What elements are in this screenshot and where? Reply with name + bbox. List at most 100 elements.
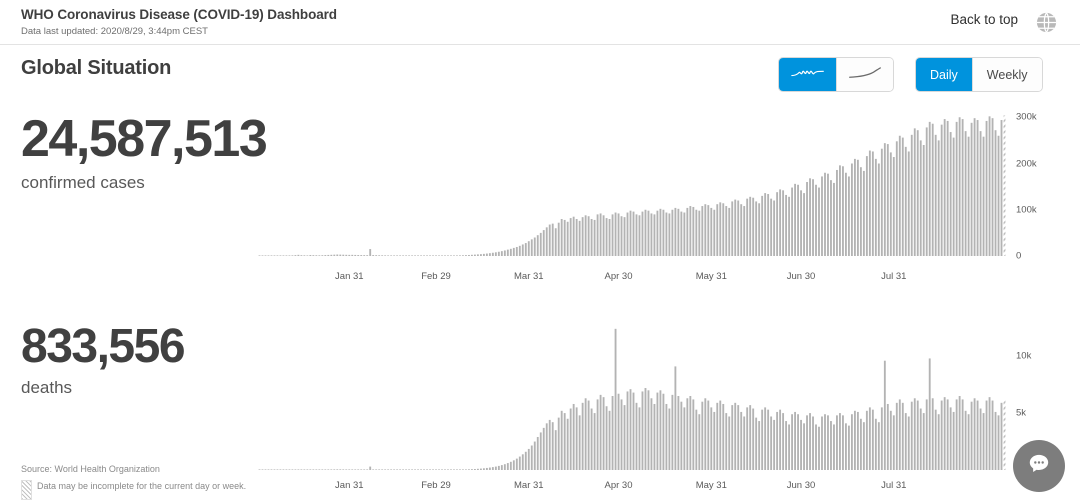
- bar[interactable]: [533, 441, 536, 470]
- bar[interactable]: [360, 255, 363, 256]
- bar[interactable]: [291, 469, 294, 470]
- bar[interactable]: [644, 388, 647, 470]
- bar[interactable]: [515, 458, 518, 470]
- bar[interactable]: [964, 131, 967, 256]
- bar[interactable]: [267, 255, 270, 256]
- bar[interactable]: [668, 408, 671, 470]
- bar[interactable]: [396, 469, 399, 470]
- bar[interactable]: [827, 173, 829, 256]
- bar[interactable]: [288, 469, 291, 470]
- bar[interactable]: [871, 409, 874, 470]
- bar[interactable]: [982, 136, 985, 256]
- bar[interactable]: [590, 408, 593, 470]
- bar[interactable]: [465, 469, 467, 470]
- bar[interactable]: [665, 403, 668, 470]
- bar[interactable]: [746, 198, 749, 256]
- bar[interactable]: [557, 222, 560, 256]
- bar[interactable]: [671, 394, 674, 470]
- bar[interactable]: [767, 194, 770, 256]
- bar[interactable]: [973, 398, 976, 470]
- bar[interactable]: [551, 422, 554, 470]
- bar[interactable]: [447, 469, 449, 470]
- globe-icon[interactable]: [1035, 11, 1058, 34]
- bar[interactable]: [515, 246, 518, 256]
- bar[interactable]: [435, 255, 437, 256]
- bar[interactable]: [847, 176, 850, 256]
- bar[interactable]: [309, 255, 312, 256]
- bar[interactable]: [342, 469, 345, 470]
- bar[interactable]: [608, 410, 611, 470]
- bar[interactable]: [572, 216, 575, 256]
- bar[interactable]: [701, 401, 704, 470]
- bar[interactable]: [336, 469, 339, 470]
- bar[interactable]: [584, 398, 587, 470]
- bar[interactable]: [758, 203, 761, 256]
- bar[interactable]: [910, 401, 913, 470]
- bar[interactable]: [800, 419, 802, 470]
- bar[interactable]: [593, 219, 596, 256]
- bar[interactable]: [518, 456, 521, 470]
- bar[interactable]: [973, 118, 976, 256]
- bar[interactable]: [770, 416, 773, 470]
- bar[interactable]: [689, 396, 692, 470]
- bar[interactable]: [336, 254, 339, 256]
- bar[interactable]: [892, 415, 895, 470]
- bar[interactable]: [692, 206, 695, 256]
- bar[interactable]: [536, 235, 539, 256]
- bar[interactable]: [384, 255, 387, 256]
- bar[interactable]: [491, 467, 494, 470]
- bar[interactable]: [943, 397, 946, 470]
- bar[interactable]: [417, 255, 419, 256]
- bar[interactable]: [587, 400, 590, 470]
- bar[interactable]: [815, 184, 817, 256]
- bar[interactable]: [1000, 402, 1003, 470]
- bar[interactable]: [393, 255, 396, 256]
- bar[interactable]: [381, 255, 384, 256]
- bar[interactable]: [797, 414, 799, 470]
- bar[interactable]: [291, 255, 294, 256]
- bar[interactable]: [674, 366, 677, 470]
- bar[interactable]: [569, 408, 572, 470]
- bar[interactable]: [527, 448, 530, 470]
- bar[interactable]: [946, 399, 949, 470]
- bar[interactable]: [441, 255, 443, 256]
- bar[interactable]: [623, 405, 626, 470]
- bar[interactable]: [497, 251, 500, 256]
- bar[interactable]: [482, 253, 485, 256]
- bar[interactable]: [479, 254, 482, 256]
- bar[interactable]: [294, 255, 297, 256]
- bar[interactable]: [414, 469, 417, 470]
- bar[interactable]: [494, 466, 497, 470]
- bar[interactable]: [961, 399, 964, 470]
- bar[interactable]: [779, 189, 782, 256]
- bar[interactable]: [617, 213, 620, 256]
- bar[interactable]: [348, 469, 351, 470]
- bar[interactable]: [518, 245, 521, 256]
- bar[interactable]: [874, 418, 877, 470]
- bar[interactable]: [629, 389, 632, 470]
- bar[interactable]: [940, 124, 943, 256]
- bar[interactable]: [372, 255, 375, 256]
- bar[interactable]: [360, 469, 363, 470]
- bar[interactable]: [599, 213, 602, 256]
- bar[interactable]: [934, 134, 937, 256]
- bar[interactable]: [1000, 120, 1003, 256]
- bar[interactable]: [695, 209, 698, 256]
- bar[interactable]: [737, 405, 740, 470]
- bar[interactable]: [450, 469, 452, 470]
- bar[interactable]: [991, 400, 994, 470]
- bar[interactable]: [509, 461, 512, 470]
- bar[interactable]: [476, 254, 479, 256]
- bar[interactable]: [369, 249, 372, 256]
- bar[interactable]: [599, 394, 602, 470]
- bar[interactable]: [662, 209, 665, 256]
- bar[interactable]: [330, 469, 333, 470]
- bar[interactable]: [653, 214, 656, 256]
- bar[interactable]: [901, 402, 904, 470]
- bar[interactable]: [351, 254, 354, 256]
- bar[interactable]: [429, 255, 431, 256]
- bar[interactable]: [749, 405, 752, 470]
- bar[interactable]: [282, 469, 285, 470]
- bar[interactable]: [399, 469, 402, 470]
- bar[interactable]: [285, 469, 288, 470]
